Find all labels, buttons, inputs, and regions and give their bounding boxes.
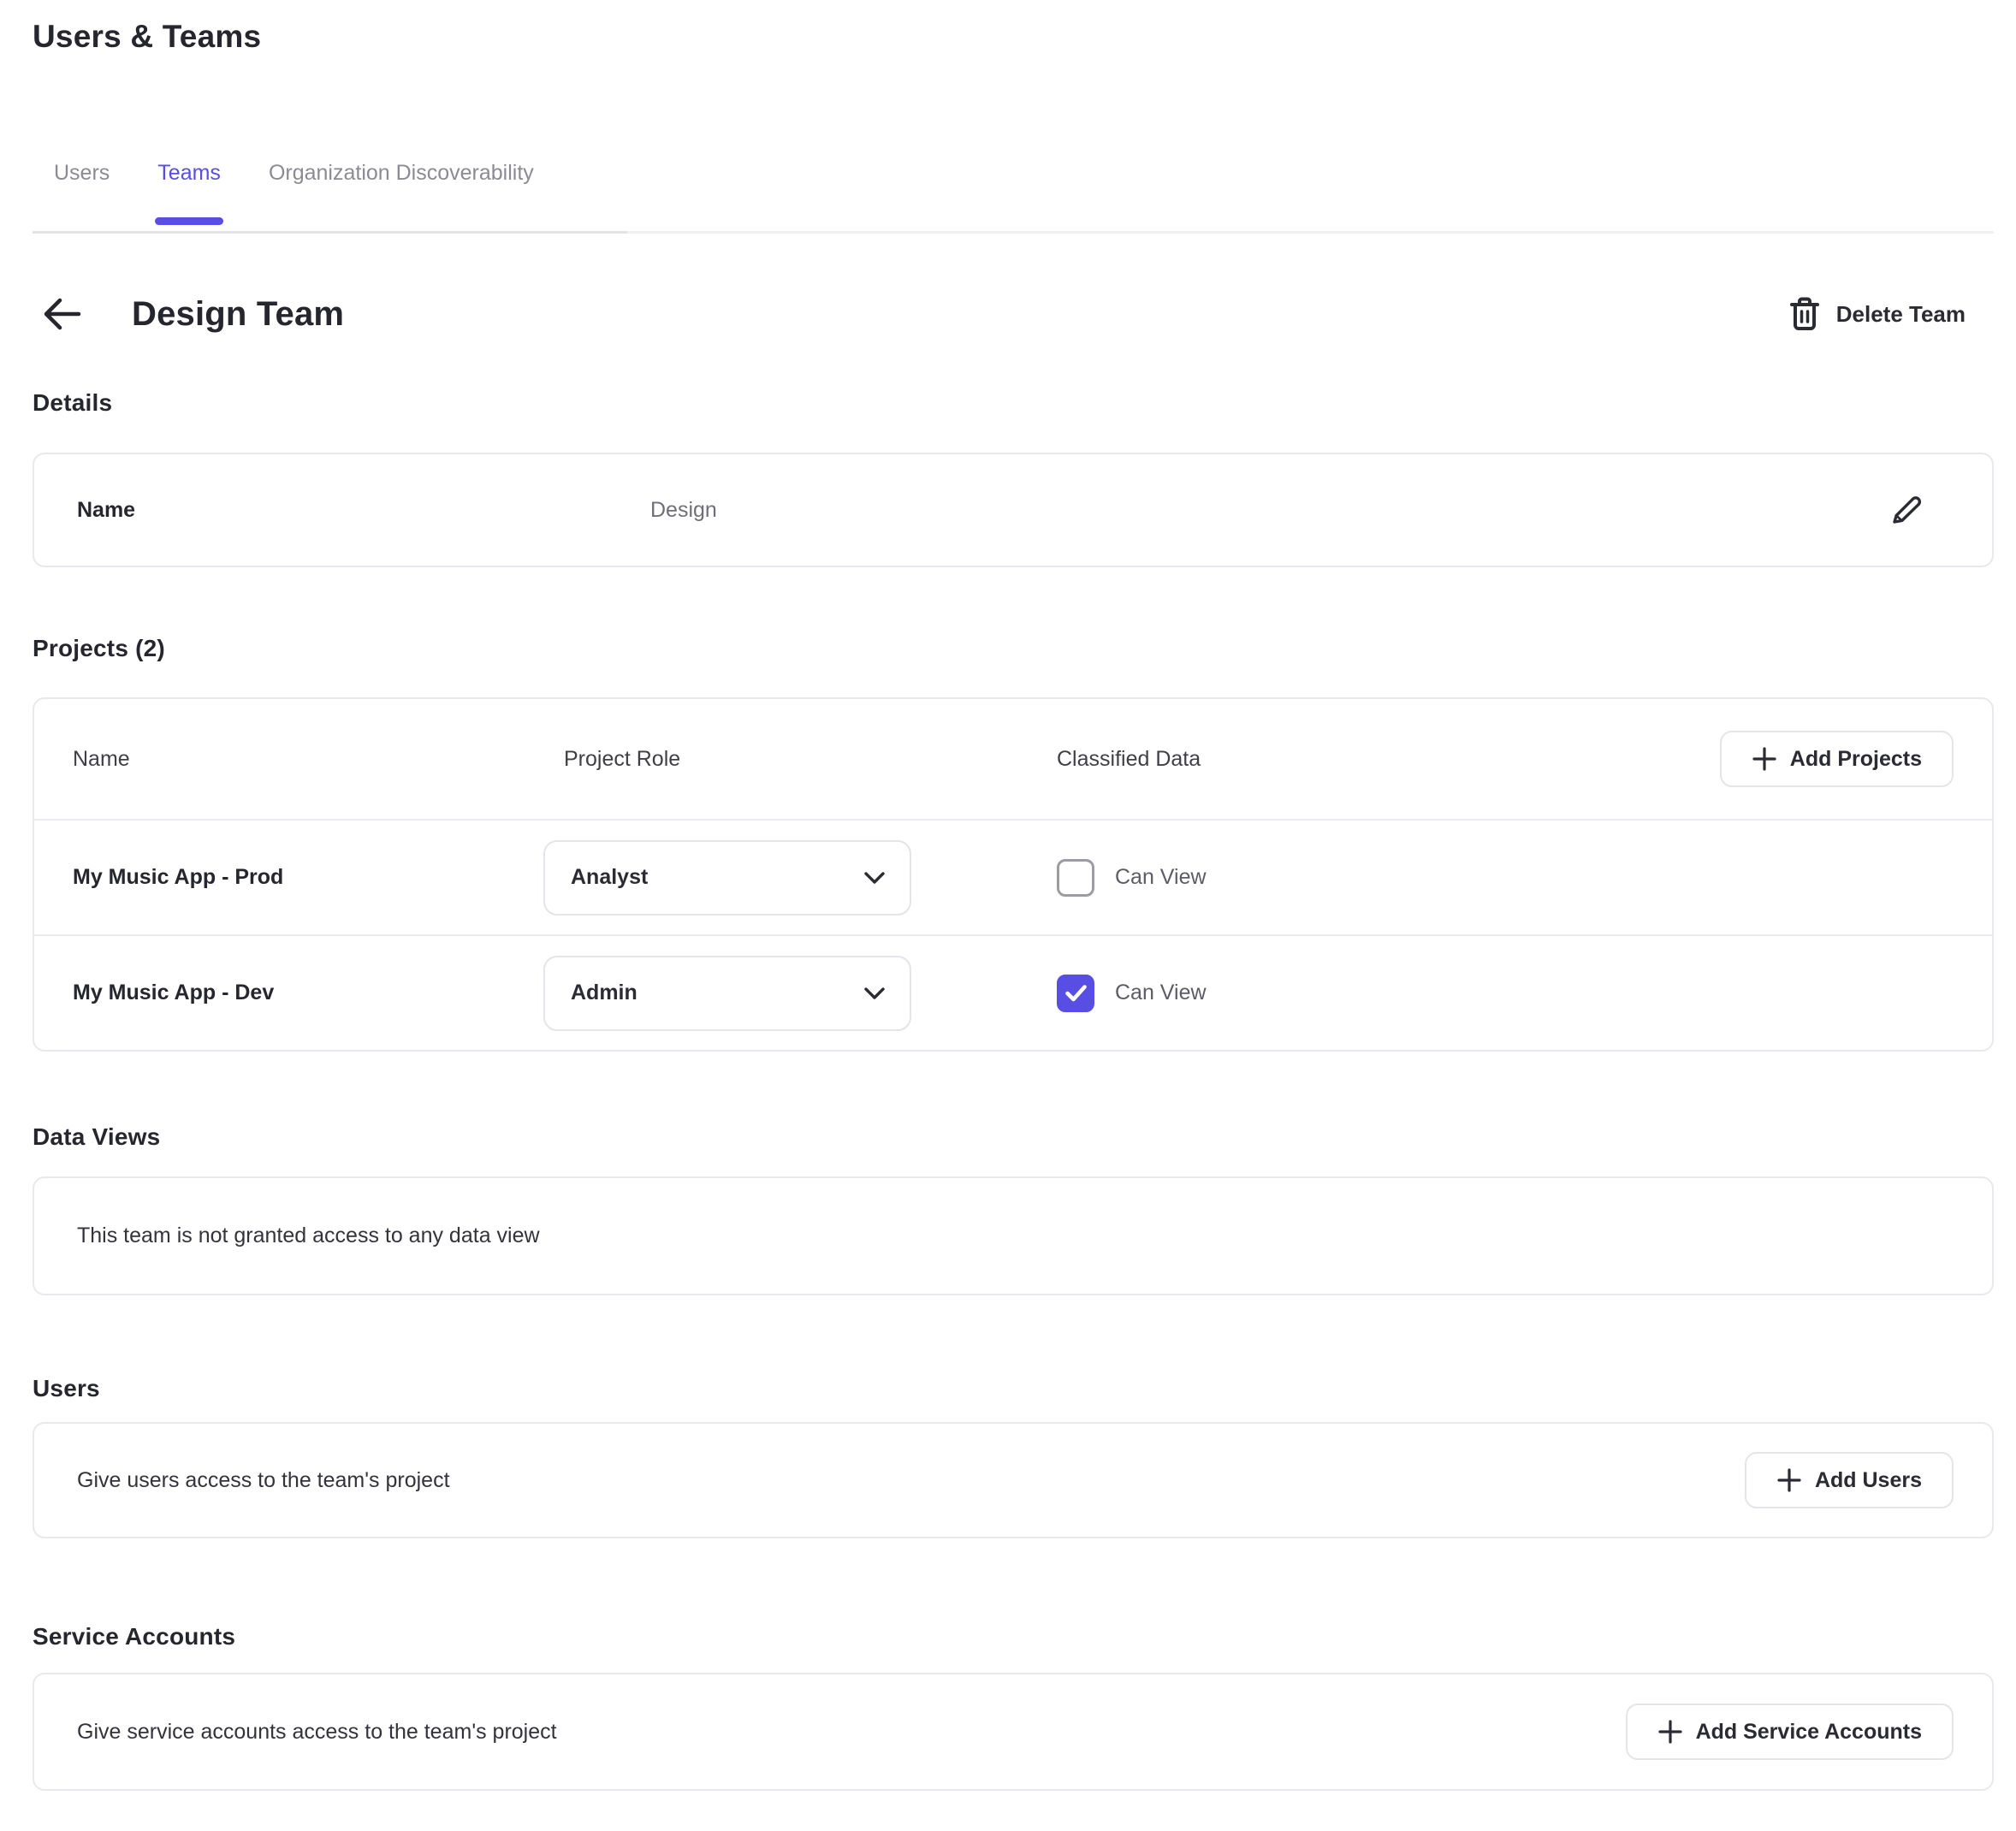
users-teams-settings-page: Users & Teams Users Teams Organization D… — [0, 17, 2016, 1791]
data-views-card: This team is not granted access to any d… — [33, 1176, 1994, 1295]
details-heading: Details — [33, 388, 1994, 418]
project-name: My Music App - Dev — [73, 981, 543, 1005]
plus-icon — [1657, 1719, 1683, 1745]
can-view-checkbox[interactable] — [1057, 859, 1094, 897]
chevron-down-icon — [863, 871, 886, 885]
trash-icon — [1790, 297, 1819, 331]
team-header: Design Team Delete Team — [33, 278, 1994, 350]
data-views-heading: Data Views — [33, 1122, 1994, 1153]
add-service-accounts-label: Add Service Accounts — [1696, 1720, 1922, 1745]
tab-users[interactable]: Users — [54, 159, 110, 231]
chevron-down-icon — [863, 987, 886, 1000]
team-title: Design Team — [132, 295, 344, 334]
users-empty-text: Give users access to the team's project — [77, 1468, 450, 1493]
can-view-label: Can View — [1115, 981, 1207, 1005]
project-role-value: Analyst — [571, 865, 648, 890]
project-role-value: Admin — [571, 981, 637, 1005]
data-views-empty-text: This team is not granted access to any d… — [77, 1224, 540, 1248]
add-users-button[interactable]: Add Users — [1745, 1452, 1954, 1508]
tab-organization-discoverability[interactable]: Organization Discoverability — [269, 159, 534, 231]
table-row: My Music App - Prod Analyst Can View — [34, 819, 1992, 934]
add-users-label: Add Users — [1815, 1468, 1922, 1493]
check-icon — [1064, 984, 1088, 1002]
plus-icon — [1776, 1467, 1802, 1493]
users-heading: Users — [33, 1373, 1994, 1404]
column-header-classified-data: Classified Data — [1057, 747, 1720, 772]
project-role-dropdown[interactable]: Admin — [543, 956, 911, 1031]
tab-teams[interactable]: Teams — [157, 159, 221, 231]
table-row: My Music App - Dev Admin Can View — [34, 934, 1992, 1050]
plus-icon — [1752, 746, 1777, 772]
delete-team-button[interactable]: Delete Team — [1790, 297, 1966, 331]
tab-bar: Users Teams Organization Discoverability — [33, 159, 1994, 234]
add-projects-button[interactable]: Add Projects — [1720, 731, 1954, 787]
projects-table-header: Name Project Role Classified Data Add Pr… — [34, 699, 1992, 819]
projects-table: Name Project Role Classified Data Add Pr… — [33, 697, 1994, 1052]
team-name-label: Name — [77, 498, 650, 523]
projects-heading: Projects (2) — [33, 633, 1994, 664]
can-view-label: Can View — [1115, 865, 1207, 890]
page-title: Users & Teams — [33, 17, 1994, 56]
add-projects-label: Add Projects — [1790, 747, 1922, 772]
add-service-accounts-button[interactable]: Add Service Accounts — [1626, 1704, 1954, 1760]
team-name-value: Design — [650, 498, 717, 523]
back-arrow-icon[interactable] — [39, 294, 84, 334]
tab-strip: Users Teams Organization Discoverability — [33, 159, 627, 234]
users-card: Give users access to the team's project … — [33, 1422, 1994, 1538]
column-header-name: Name — [73, 747, 543, 772]
column-header-project-role: Project Role — [543, 747, 1057, 772]
can-view-checkbox[interactable] — [1057, 975, 1094, 1012]
project-role-dropdown[interactable]: Analyst — [543, 840, 911, 916]
service-accounts-card: Give service accounts access to the team… — [33, 1673, 1994, 1791]
service-accounts-empty-text: Give service accounts access to the team… — [77, 1720, 557, 1745]
project-name: My Music App - Prod — [73, 865, 543, 890]
service-accounts-heading: Service Accounts — [33, 1621, 1994, 1652]
delete-team-label: Delete Team — [1836, 301, 1966, 328]
pencil-icon[interactable] — [1889, 493, 1924, 527]
details-card: Name Design — [33, 453, 1994, 567]
